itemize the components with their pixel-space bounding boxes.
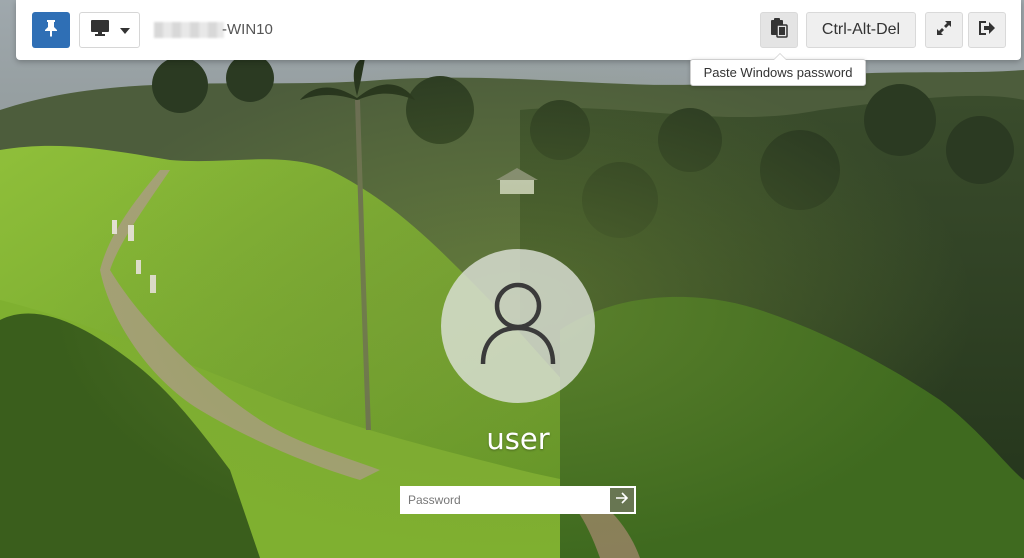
chevron-down-icon <box>119 21 130 39</box>
clipboard-paste-icon <box>770 17 788 43</box>
login-username: user <box>486 422 550 456</box>
expand-icon <box>936 20 952 41</box>
host-name: -WIN10 <box>222 21 273 38</box>
pin-toolbar-button[interactable] <box>32 12 70 48</box>
user-icon <box>480 282 556 371</box>
logout-button[interactable] <box>968 12 1006 48</box>
ctrl-alt-del-button[interactable]: Ctrl-Alt-Del <box>806 12 916 48</box>
fullscreen-button[interactable] <box>925 12 963 48</box>
password-field-group <box>400 486 636 514</box>
sign-out-icon <box>978 20 996 41</box>
arrow-right-icon <box>615 491 629 509</box>
monitor-icon <box>90 19 110 42</box>
submit-password-button[interactable] <box>610 486 636 514</box>
paste-password-tooltip: Paste Windows password <box>690 53 866 86</box>
host-name-redacted <box>154 22 224 38</box>
display-select-button[interactable] <box>79 12 140 48</box>
pin-icon <box>43 19 59 42</box>
paste-password-button[interactable] <box>760 12 798 48</box>
password-input[interactable] <box>400 486 610 514</box>
user-avatar <box>441 249 595 403</box>
remote-toolbar: -WIN10 Ctrl-Alt-Del <box>16 0 1021 60</box>
